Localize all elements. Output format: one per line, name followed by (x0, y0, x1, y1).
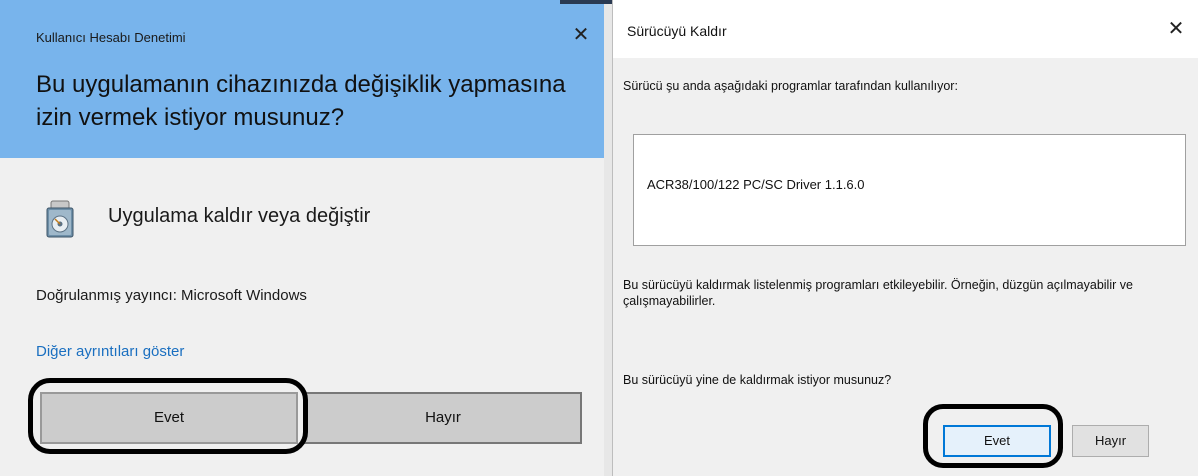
uac-header: Kullanıcı Hesabı Denetimi ✕ Bu uygulaman… (0, 0, 610, 158)
uac-window-title: Kullanıcı Hesabı Denetimi (36, 30, 186, 45)
confirm-text: Bu sürücüyü yine de kaldırmak istiyor mu… (623, 373, 892, 387)
uninstall-yes-button[interactable]: Evet (943, 425, 1051, 457)
uninstall-no-button[interactable]: Hayır (1072, 425, 1149, 457)
programs-listbox[interactable]: ACR38/100/122 PC/SC Driver 1.1.6.0 (633, 134, 1186, 246)
in-use-text: Sürücü şu anda aşağıdaki programlar tara… (623, 79, 958, 93)
installer-disc-icon (46, 200, 74, 238)
uac-dialog: Kullanıcı Hesabı Denetimi ✕ Bu uygulaman… (0, 0, 610, 476)
show-details-link[interactable]: Diğer ayrıntıları göster (36, 343, 184, 360)
warning-text: Bu sürücüyü kaldırmak listelenmiş progra… (623, 278, 1133, 308)
dialog-title: Sürücüyü Kaldır (627, 23, 727, 39)
uninstall-driver-dialog: Sürücüyü Kaldır ✕ Sürücü şu anda aşağıda… (612, 0, 1198, 476)
background-window-edge (560, 0, 612, 4)
list-item[interactable]: ACR38/100/122 PC/SC Driver 1.1.6.0 (647, 177, 865, 192)
dialog-close-icon[interactable]: ✕ (1161, 14, 1191, 44)
uac-yes-button[interactable]: Evet (40, 392, 298, 444)
uac-no-button[interactable]: Hayır (304, 392, 582, 444)
app-name: Uygulama kaldır veya değiştir (108, 205, 371, 227)
verified-publisher: Doğrulanmış yayıncı: Microsoft Windows (36, 287, 307, 304)
dialog-titlebar: Sürücüyü Kaldır ✕ (613, 0, 1198, 58)
uac-question: Bu uygulamanın cihazınızda değişiklik ya… (36, 71, 566, 131)
uac-close-icon[interactable]: ✕ (566, 20, 596, 50)
window-gap (604, 0, 612, 476)
